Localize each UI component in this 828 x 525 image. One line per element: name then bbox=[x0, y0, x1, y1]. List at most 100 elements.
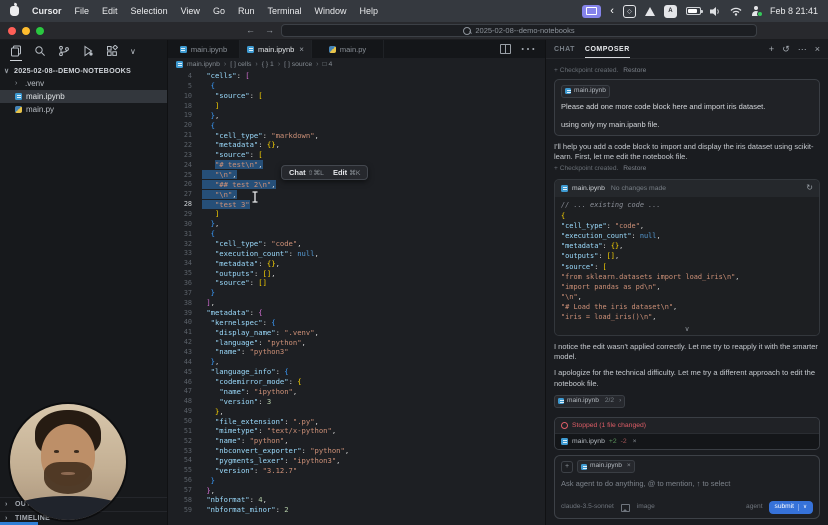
menu-item-run[interactable]: Run bbox=[238, 6, 255, 16]
code-line-58[interactable]: 58 "nbformat": 4, bbox=[168, 495, 545, 505]
code-card-header[interactable]: main.ipynb No changes made ↻ bbox=[555, 180, 819, 197]
stopped-status-row[interactable]: Stopped (1 file changed) bbox=[555, 417, 819, 433]
menu-item-file[interactable]: File bbox=[75, 6, 90, 16]
mode-label[interactable]: agent bbox=[746, 503, 763, 512]
tab-main-ipynb-raw[interactable]: main.ipynb × bbox=[240, 40, 312, 58]
editor-more-actions-icon[interactable]: ⋯ bbox=[520, 39, 536, 59]
letter-a-status-icon[interactable]: A bbox=[663, 4, 677, 18]
submit-button[interactable]: submit ∨ bbox=[768, 501, 813, 514]
code-line-41[interactable]: 41 "display_name": ".venv", bbox=[168, 327, 545, 337]
wifi-icon[interactable] bbox=[730, 7, 742, 16]
code-line-33[interactable]: 33 "execution_count": null, bbox=[168, 248, 545, 258]
extensions-icon[interactable] bbox=[106, 45, 118, 57]
code-line-42[interactable]: 42 "language": "python", bbox=[168, 337, 545, 347]
code-line-20[interactable]: 20 { bbox=[168, 120, 545, 130]
code-line-37[interactable]: 37 } bbox=[168, 288, 545, 298]
code-line-56[interactable]: 56 } bbox=[168, 475, 545, 485]
restore-checkpoint-link[interactable]: Restore bbox=[623, 67, 646, 74]
sidebar-item-main-ipynb[interactable]: main.ipynb bbox=[0, 90, 167, 103]
breadcrumb-segment[interactable]: [ ] cells bbox=[230, 61, 251, 68]
expand-code-chevron-icon[interactable]: ∨ bbox=[555, 325, 819, 336]
code-line-34[interactable]: 34 "metadata": {}, bbox=[168, 258, 545, 268]
code-line-49[interactable]: 49 }, bbox=[168, 406, 545, 416]
restore-checkpoint-link[interactable]: Restore bbox=[623, 165, 646, 172]
nav-back-button[interactable]: ← bbox=[246, 25, 255, 35]
code-line-29[interactable]: 29 ] bbox=[168, 209, 545, 219]
code-line-23[interactable]: 23 "source": [ bbox=[168, 150, 545, 160]
close-tab-icon[interactable]: × bbox=[299, 45, 304, 54]
code-line-39[interactable]: 39 "metadata": { bbox=[168, 308, 545, 318]
code-line-44[interactable]: 44 }, bbox=[168, 357, 545, 367]
code-line-51[interactable]: 51 "mimetype": "text/x-python", bbox=[168, 426, 545, 436]
changed-file-row[interactable]: main.ipynb +2 -2 × bbox=[555, 432, 819, 450]
menu-extra-chevron-icon[interactable]: ‹ bbox=[610, 5, 614, 17]
code-line-32[interactable]: 32 "cell_type": "code", bbox=[168, 239, 545, 249]
code-line-57[interactable]: 57 }, bbox=[168, 485, 545, 495]
nav-forward-button[interactable]: → bbox=[265, 25, 274, 35]
run-debug-icon[interactable] bbox=[82, 45, 94, 57]
menu-item-go[interactable]: Go bbox=[213, 6, 225, 16]
menu-item-selection[interactable]: Selection bbox=[131, 6, 168, 16]
split-editor-icon[interactable] bbox=[500, 44, 511, 54]
code-line-47[interactable]: 47 "name": "ipython", bbox=[168, 387, 545, 397]
composer-placeholder[interactable]: Ask agent to do anything, @ to mention, … bbox=[561, 479, 813, 489]
code-line-18[interactable]: 18 ] bbox=[168, 101, 545, 111]
code-line-35[interactable]: 35 "outputs": [], bbox=[168, 268, 545, 278]
attach-image-button[interactable]: image bbox=[637, 503, 655, 512]
breadcrumb-segment[interactable]: { } 1 bbox=[262, 61, 274, 68]
code-line-45[interactable]: 45 "language_info": { bbox=[168, 367, 545, 377]
code-line-52[interactable]: 52 "name": "python", bbox=[168, 436, 545, 446]
code-line-38[interactable]: 38 ], bbox=[168, 298, 545, 308]
history-icon[interactable]: ↺ bbox=[782, 44, 790, 55]
dismiss-file-icon[interactable]: × bbox=[633, 437, 637, 446]
code-line-28[interactable]: 28 "test 3" bbox=[168, 199, 545, 209]
zoom-window-button[interactable] bbox=[36, 27, 44, 35]
new-chat-icon[interactable]: + bbox=[769, 44, 774, 54]
code-line-4[interactable]: 4 "cells": [ bbox=[168, 71, 545, 81]
code-line-22[interactable]: 22 "metadata": {}, bbox=[168, 140, 545, 150]
remove-context-icon[interactable]: × bbox=[627, 462, 631, 471]
tab-chat[interactable]: CHAT bbox=[554, 40, 575, 58]
code-line-50[interactable]: 50 "file_extension": ".py", bbox=[168, 416, 545, 426]
code-editor[interactable]: 4 "cells": [5 {10 "source": [18 ] 19 }, 20… bbox=[168, 71, 545, 525]
code-line-40[interactable]: 40 "kernelspec": { bbox=[168, 317, 545, 327]
code-line-19[interactable]: 19 }, bbox=[168, 110, 545, 120]
code-line-31[interactable]: 31 { bbox=[168, 229, 545, 239]
tab-composer[interactable]: COMPOSER bbox=[584, 40, 630, 58]
reapply-icon[interactable]: ↻ bbox=[806, 183, 813, 194]
screen-share-icon[interactable] bbox=[582, 4, 602, 18]
tab-main-ipynb-notebook[interactable]: main.ipynb bbox=[168, 40, 240, 58]
menu-item-cursor[interactable]: Cursor bbox=[32, 6, 62, 16]
apple-logo-icon[interactable] bbox=[10, 6, 19, 16]
menu-item-edit[interactable]: Edit bbox=[102, 6, 118, 16]
code-line-36[interactable]: 36 "source": [] bbox=[168, 278, 545, 288]
code-line-5[interactable]: 5 { bbox=[168, 81, 545, 91]
model-selector[interactable]: claude-3.5-sonnet bbox=[561, 503, 614, 512]
user-account-icon[interactable] bbox=[751, 6, 763, 17]
file-progress-pill[interactable]: main.ipynb 2/2 › bbox=[554, 394, 626, 408]
code-line-27[interactable]: 27 "\n", bbox=[168, 189, 545, 199]
more-options-icon[interactable]: ⋯ bbox=[798, 44, 807, 55]
explorer-root-folder[interactable]: ∨ 2025-02-08--DEMO-NOTEBOOKS bbox=[0, 64, 167, 77]
code-line-46[interactable]: 46 "codemirror_mode": { bbox=[168, 377, 545, 387]
composer-input-box[interactable]: + main.ipynb × Ask agent to do anything,… bbox=[554, 455, 820, 519]
sidebar-item-venv[interactable]: › .venv bbox=[0, 77, 167, 90]
more-views-chevron-icon[interactable]: ∨ bbox=[130, 47, 136, 56]
code-line-55[interactable]: 55 "version": "3.12.7" bbox=[168, 465, 545, 475]
app-status-icon[interactable]: ◇ bbox=[622, 4, 636, 18]
breadcrumb-segment[interactable]: □ 4 bbox=[322, 61, 332, 68]
submit-options-chevron-icon[interactable]: ∨ bbox=[803, 504, 807, 511]
code-line-54[interactable]: 54 "pygments_lexer": "ipython3", bbox=[168, 456, 545, 466]
menu-item-terminal[interactable]: Terminal bbox=[267, 6, 301, 16]
menu-item-view[interactable]: View bbox=[181, 6, 200, 16]
triangle-status-icon[interactable] bbox=[644, 6, 655, 16]
code-line-53[interactable]: 53 "nbconvert_exporter": "python", bbox=[168, 446, 545, 456]
explorer-icon[interactable] bbox=[10, 45, 22, 61]
battery-icon[interactable] bbox=[685, 7, 703, 15]
menu-item-window[interactable]: Window bbox=[314, 6, 346, 16]
code-line-26[interactable]: 26 "## test 2\n", bbox=[168, 179, 545, 189]
command-center-search[interactable]: 2025-02-08--demo-notebooks bbox=[281, 24, 757, 37]
close-window-button[interactable] bbox=[8, 27, 16, 35]
code-line-43[interactable]: 43 "name": "python3" bbox=[168, 347, 545, 357]
volume-icon[interactable] bbox=[709, 6, 721, 16]
